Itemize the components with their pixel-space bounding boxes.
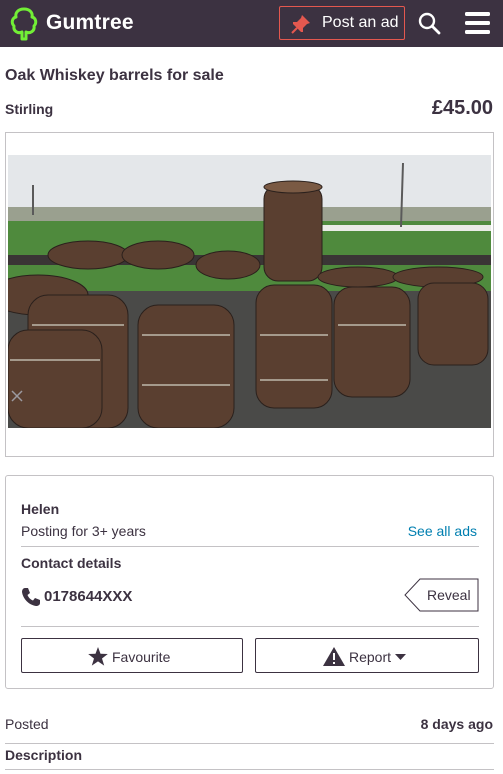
photo-gallery[interactable] [5,132,494,457]
hamburger-menu-icon[interactable] [464,10,491,36]
favourite-button[interactable]: Favourite [21,638,243,673]
reveal-button[interactable]: Reveal [404,578,479,612]
seller-name: Helen [21,501,60,517]
brand-name[interactable]: Gumtree [46,11,134,35]
description-heading: Description [5,747,83,763]
reveal-label: Reveal [427,587,471,603]
phone-icon [22,588,40,606]
divider [21,626,479,627]
divider [21,546,479,547]
gumtree-tree-logo-icon[interactable] [8,6,40,42]
listing-price: £45.00 [431,97,493,119]
listing-location[interactable]: Stirling [5,101,53,117]
top-navigation-bar: Gumtree Post an ad [0,0,503,47]
caret-down-icon [395,653,407,660]
seller-card: Helen Posting for 3+ years See all ads C… [5,475,494,689]
pin-icon [291,15,310,34]
posted-label: Posted [5,716,49,732]
posted-value: 8 days ago [420,716,493,732]
previous-photo-icon[interactable] [10,389,24,403]
warning-icon [323,647,345,666]
divider [5,769,494,770]
see-all-ads-link[interactable]: See all ads [408,523,477,539]
post-an-ad-label: Post an ad [322,14,399,31]
contact-details-heading: Contact details [21,555,122,571]
report-button[interactable]: Report [255,638,479,673]
star-icon [88,647,108,666]
report-label: Report [349,648,392,665]
search-icon[interactable] [417,11,441,35]
listing-title: Oak Whiskey barrels for sale [5,67,224,84]
seller-posting-duration: Posting for 3+ years [21,523,146,539]
listing-photo[interactable] [8,155,491,428]
divider [5,743,494,744]
phone-number: 0178644XXX [44,588,133,605]
post-an-ad-button[interactable]: Post an ad [279,6,405,40]
favourite-label: Favourite [112,648,171,665]
